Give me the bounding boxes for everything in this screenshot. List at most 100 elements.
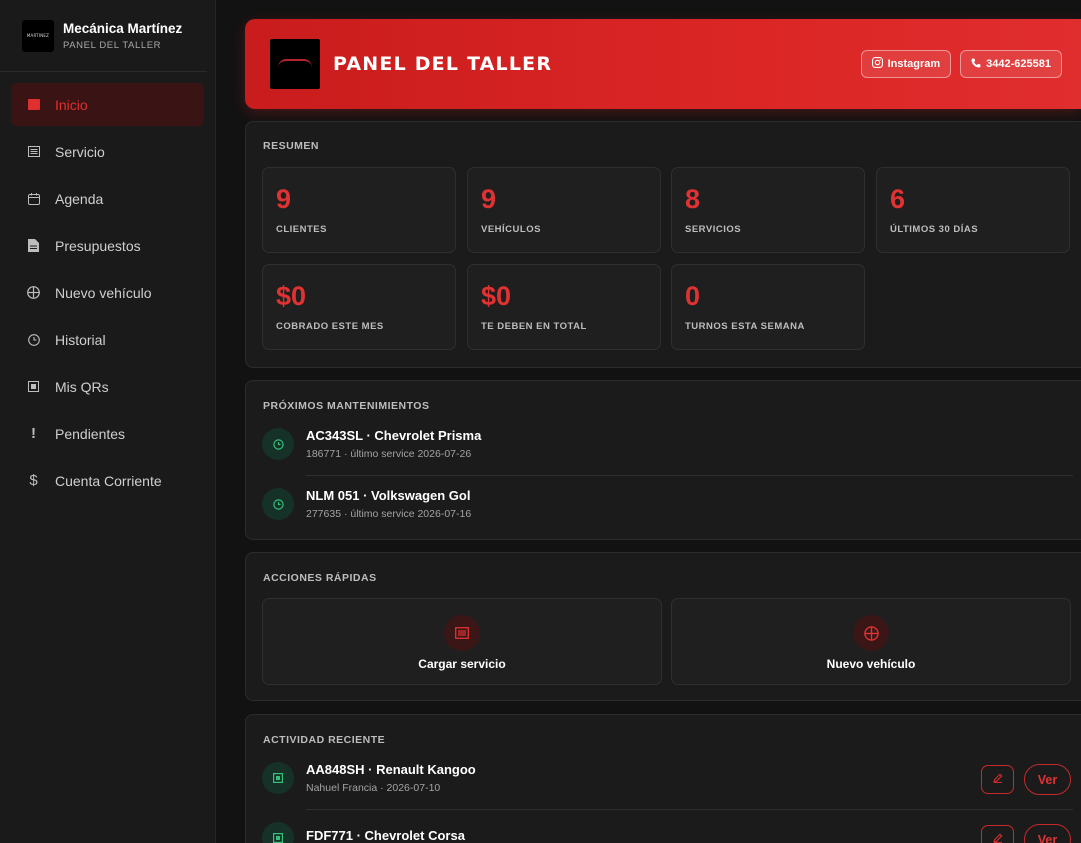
section-title: RESUMEN: [263, 140, 320, 152]
ver-button[interactable]: Ver: [1024, 764, 1071, 795]
logo-text: MARTINEZ: [26, 33, 50, 38]
stat-value: 0: [685, 281, 701, 311]
sidebar-item-inicio[interactable]: Inicio: [11, 83, 204, 126]
qr-icon: [27, 380, 40, 393]
stat-value: 9: [276, 184, 292, 214]
pencil-icon: [992, 833, 1003, 843]
sidebar-item-historial[interactable]: Historial: [11, 318, 204, 361]
sidebar-item-agenda[interactable]: Agenda: [11, 177, 204, 220]
brand: MARTINEZ Mecánica Martínez PANEL DEL TAL…: [0, 0, 207, 72]
home-icon: [27, 98, 40, 111]
section-title: ACTIVIDAD RECIENTE: [263, 734, 386, 746]
stat-label: TURNOS ESTA SEMANA: [685, 321, 805, 332]
vehicle-subtitle: 186771 · último service 2026-07-26: [306, 448, 472, 460]
instagram-label: Instagram: [887, 58, 941, 70]
acciones-card: ACCIONES RÁPIDAS Cargar servicio Nuevo v…: [245, 552, 1081, 701]
vehicle-title: AA848SH · Renault Kangoo: [306, 762, 476, 777]
edit-button[interactable]: [981, 765, 1014, 794]
calendar-icon: [27, 192, 40, 205]
clock-icon: [262, 428, 294, 460]
workshop-logo: [270, 39, 320, 89]
sidebar-item-label: Pendientes: [55, 425, 126, 442]
page-header: PANEL DEL TALLER Instagram 3442-625581: [245, 19, 1081, 109]
sidebar-item-presupuestos[interactable]: Presupuestos: [11, 224, 204, 267]
sidebar-item-pendientes[interactable]: ! Pendientes: [11, 412, 204, 455]
list-item[interactable]: NLM 051 · Volkswagen Gol 277635 · último…: [262, 488, 1073, 520]
wheel-icon: [27, 286, 40, 299]
edit-button[interactable]: [981, 825, 1014, 843]
stat-label: COBRADO ESTE MES: [276, 321, 384, 332]
vehicle-subtitle: Nahuel Francia · 2026-07-10: [306, 782, 441, 794]
stat-label: SERVICIOS: [685, 224, 742, 235]
phone-button[interactable]: 3442-625581: [960, 50, 1062, 78]
vehicle-subtitle: 277635 · último service 2026-07-16: [306, 508, 472, 520]
stat-vehiculos: 9 VEHÍCULOS: [467, 167, 661, 253]
quick-action-label: Nuevo vehículo: [826, 657, 916, 671]
stat-label: TE DEBEN EN TOTAL: [481, 321, 587, 332]
dollar-icon: $: [29, 472, 38, 489]
quick-action-label: Cargar servicio: [418, 657, 506, 671]
stat-cobrado-mes: $0 COBRADO ESTE MES: [262, 264, 456, 350]
stat-label: VEHÍCULOS: [481, 224, 541, 235]
sidebar: MARTINEZ Mecánica Martínez PANEL DEL TAL…: [0, 0, 216, 843]
stat-te-deben: $0 TE DEBEN EN TOTAL: [467, 264, 661, 350]
stat-value: 9: [481, 184, 497, 214]
cargar-servicio-button[interactable]: Cargar servicio: [262, 598, 662, 685]
sidebar-item-label: Inicio: [55, 96, 88, 113]
phone-label: 3442-625581: [986, 58, 1051, 70]
divider: [306, 809, 1073, 810]
nuevo-vehiculo-button[interactable]: Nuevo vehículo: [671, 598, 1071, 685]
stat-ultimos-30-dias: 6 ÚLTIMOS 30 DÍAS: [876, 167, 1070, 253]
sidebar-item-label: Servicio: [55, 143, 105, 160]
page-title: PANEL DEL TALLER: [333, 53, 553, 75]
vehicle-title: AC343SL · Chevrolet Prisma: [306, 428, 482, 443]
sidebar-item-cuenta-corriente[interactable]: $ Cuenta Corriente: [11, 459, 204, 502]
wheel-icon: [853, 615, 889, 651]
stat-value: 6: [890, 184, 906, 214]
sidebar-item-label: Mis QRs: [55, 378, 109, 395]
section-title: PRÓXIMOS MANTENIMIENTOS: [263, 400, 430, 412]
sidebar-item-label: Presupuestos: [55, 237, 141, 254]
sidebar-item-mis-qrs[interactable]: Mis QRs: [11, 365, 204, 408]
stat-label: ÚLTIMOS 30 DÍAS: [890, 224, 979, 235]
vehicle-title: NLM 051 · Volkswagen Gol: [306, 488, 471, 503]
stat-value: $0: [276, 281, 307, 311]
stat-clientes: 9 CLIENTES: [262, 167, 456, 253]
stat-value: 8: [685, 184, 701, 214]
list-item: AA848SH · Renault Kangoo Nahuel Francia …: [262, 762, 1073, 794]
pencil-icon: [992, 773, 1003, 786]
list-item[interactable]: AC343SL · Chevrolet Prisma 186771 · últi…: [262, 428, 1073, 460]
resumen-card: RESUMEN 9 CLIENTES 9 VEHÍCULOS 8 SERVICI…: [245, 121, 1081, 368]
phone-icon: [971, 58, 981, 71]
clock-icon: [262, 488, 294, 520]
clock-icon: [27, 333, 40, 346]
stat-value: $0: [481, 281, 512, 311]
sidebar-item-label: Cuenta Corriente: [55, 472, 162, 489]
stat-turnos-semana: 0 TURNOS ESTA SEMANA: [671, 264, 865, 350]
instagram-button[interactable]: Instagram: [860, 50, 952, 78]
sidebar-nav: Inicio Servicio Agenda Presupuestos Nuev…: [0, 83, 215, 502]
sidebar-item-servicio[interactable]: Servicio: [11, 130, 204, 173]
instagram-icon: [871, 57, 883, 71]
sidebar-item-nuevo-vehiculo[interactable]: Nuevo vehículo: [11, 271, 204, 314]
mantenimientos-card: PRÓXIMOS MANTENIMIENTOS AC343SL · Chevro…: [245, 380, 1081, 540]
ver-button[interactable]: Ver: [1024, 824, 1071, 843]
qr-icon: [262, 822, 294, 843]
stat-servicios: 8 SERVICIOS: [671, 167, 865, 253]
sidebar-item-label: Agenda: [55, 190, 104, 207]
sidebar-item-label: Nuevo vehículo: [55, 284, 152, 301]
sidebar-item-label: Historial: [55, 331, 106, 348]
list-icon: [444, 615, 480, 651]
stat-label: CLIENTES: [276, 224, 327, 235]
brand-subtitle: PANEL DEL TALLER: [63, 39, 162, 51]
brand-name: Mecánica Martínez: [63, 20, 183, 36]
actividad-card: ACTIVIDAD RECIENTE AA848SH · Renault Kan…: [245, 714, 1081, 843]
document-icon: [27, 239, 40, 252]
brand-logo: MARTINEZ: [22, 19, 54, 52]
list-icon: [27, 145, 40, 158]
divider: [306, 475, 1073, 476]
vehicle-title: FDF771 · Chevrolet Corsa: [306, 828, 465, 843]
list-item: FDF771 · Chevrolet Corsa: [262, 822, 1073, 843]
qr-icon: [262, 762, 294, 794]
section-title: ACCIONES RÁPIDAS: [263, 572, 377, 584]
